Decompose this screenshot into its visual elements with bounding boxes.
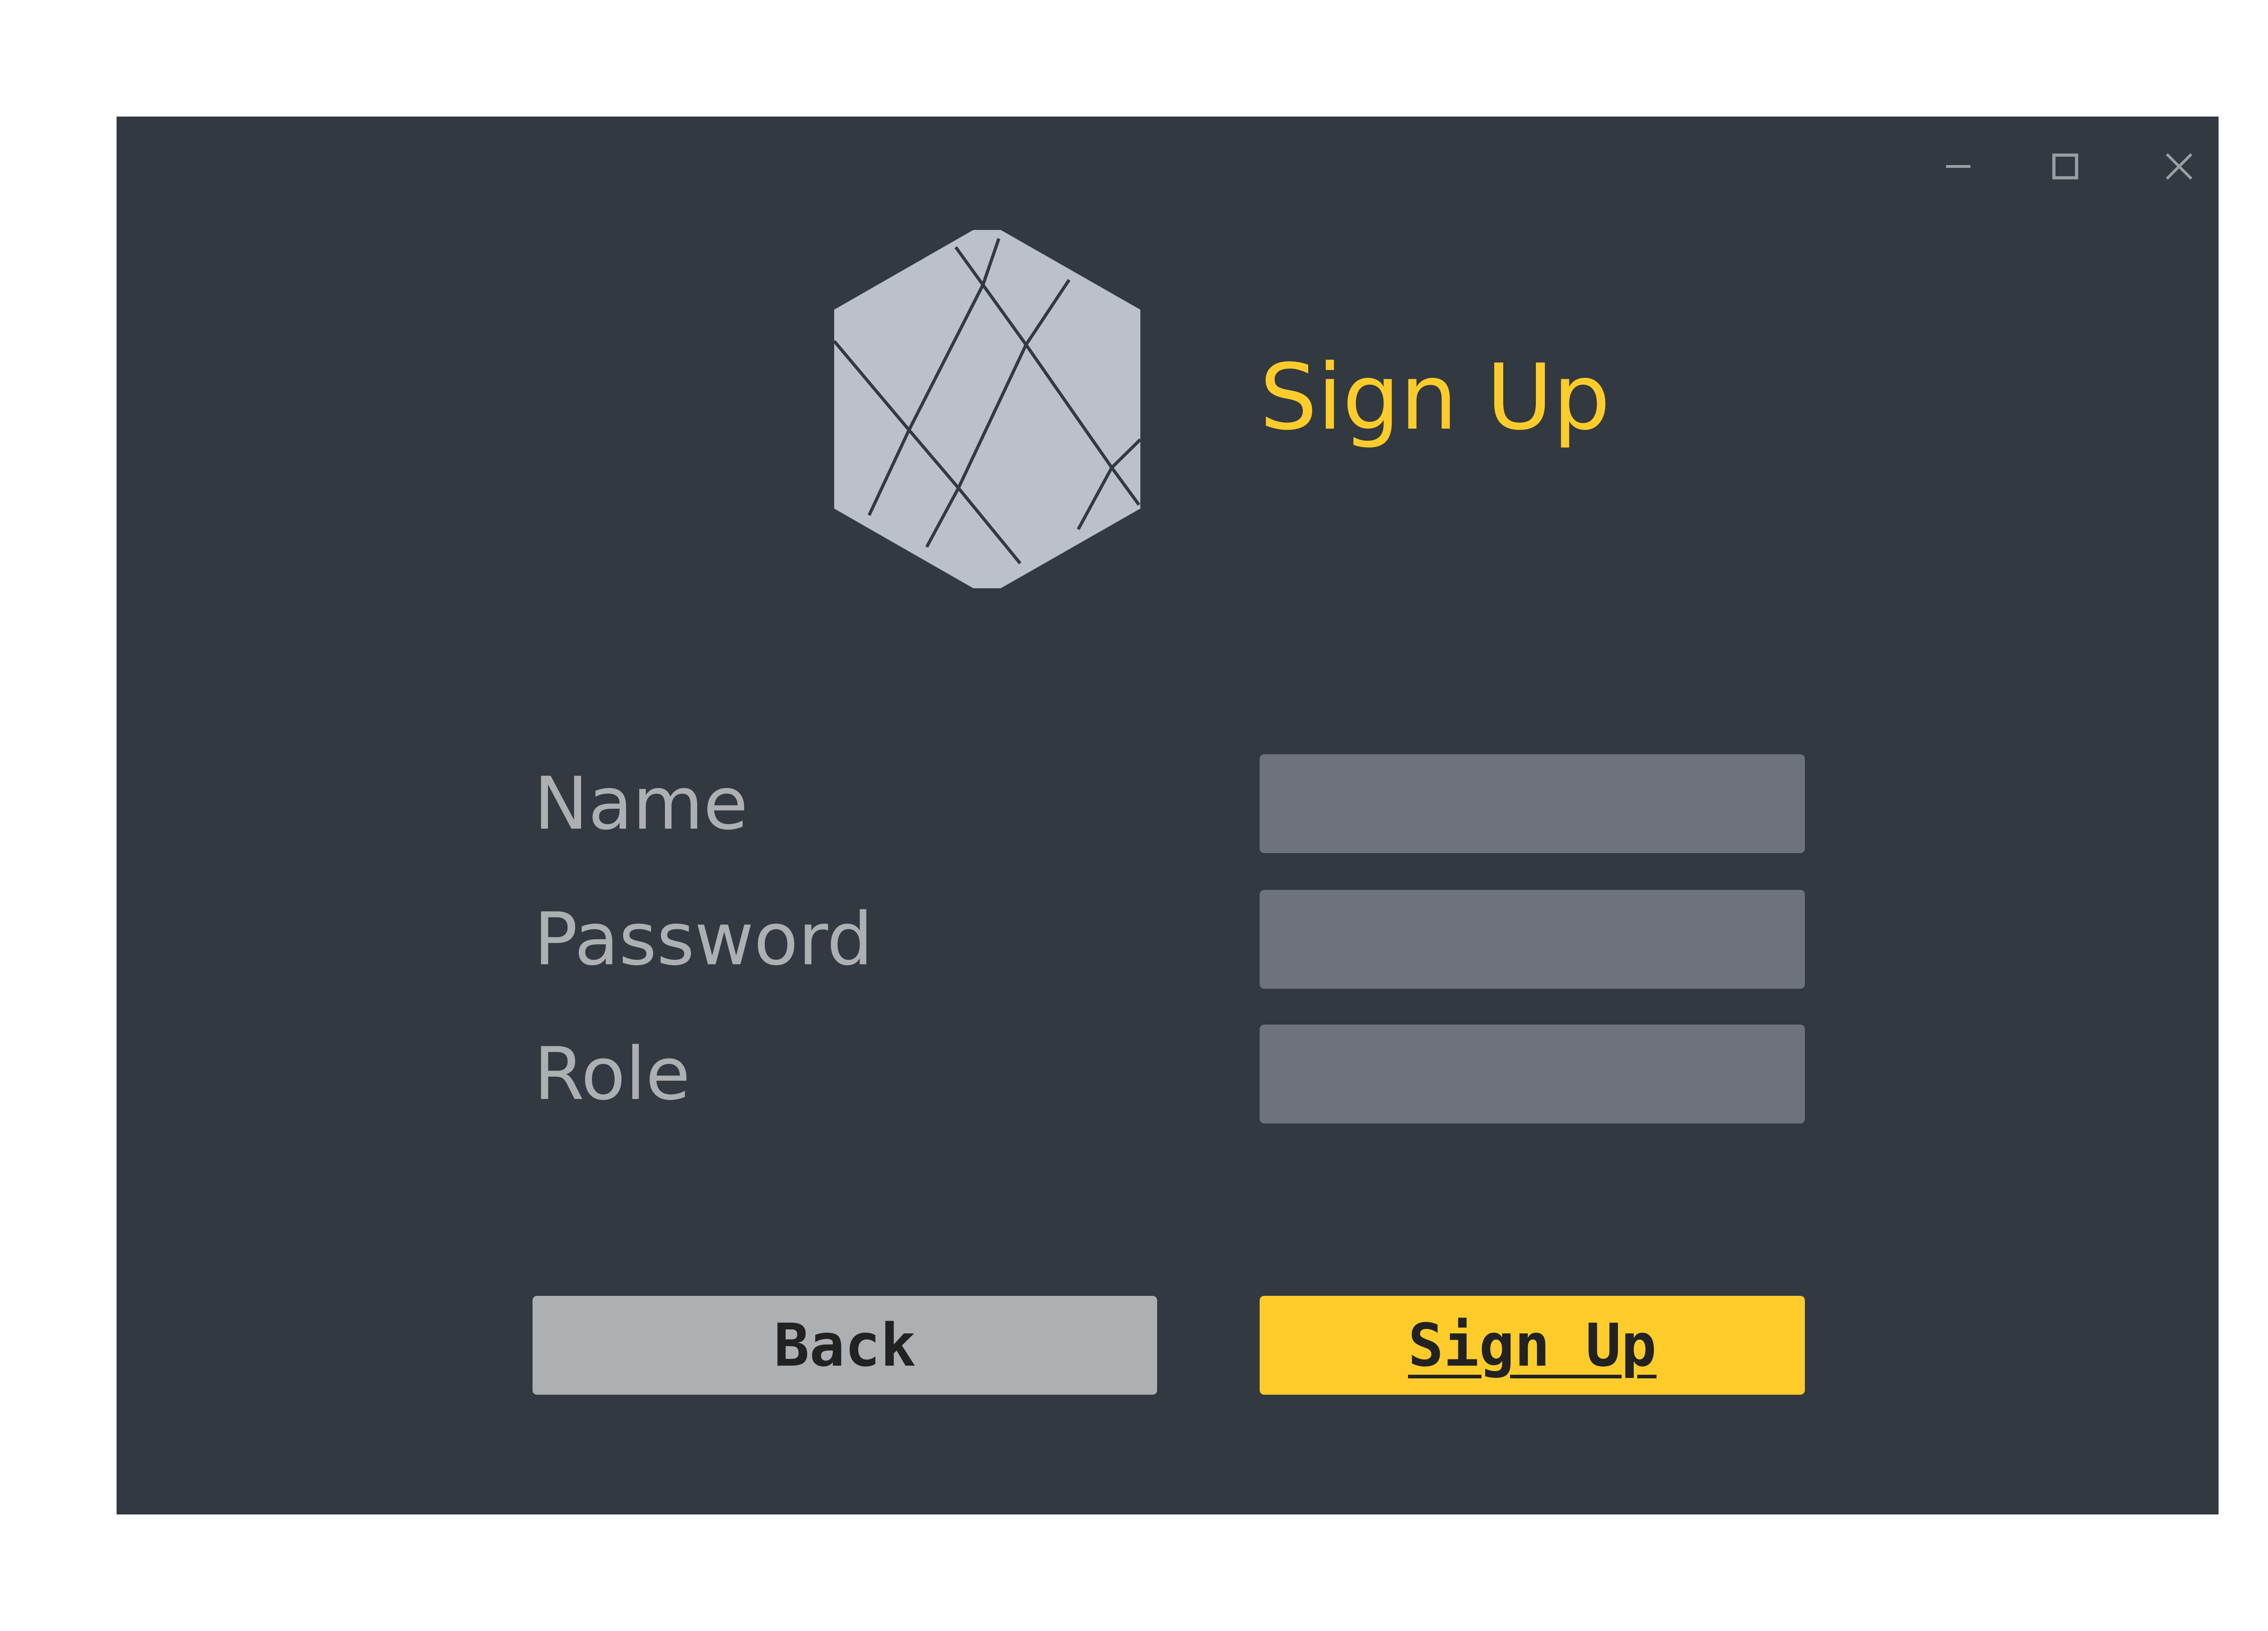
sign-up-button[interactable]: Sign Up xyxy=(1260,1296,1805,1395)
maximize-button[interactable] xyxy=(2038,139,2092,194)
signup-window: Sign Up Name Password Role Back Sign Up xyxy=(117,117,2219,1514)
page-title: Sign Up xyxy=(1260,345,1611,450)
back-button[interactable]: Back xyxy=(533,1296,1157,1395)
close-button[interactable] xyxy=(2152,139,2206,194)
maximize-icon xyxy=(2052,153,2078,180)
name-label: Name xyxy=(534,761,748,846)
role-input[interactable] xyxy=(1260,1025,1805,1123)
minimize-button[interactable] xyxy=(1931,139,1985,194)
password-label: Password xyxy=(534,897,873,982)
close-icon xyxy=(2165,153,2193,180)
role-label: Role xyxy=(534,1031,690,1116)
password-input[interactable] xyxy=(1260,890,1805,989)
hexagon-logo-icon xyxy=(834,230,1140,588)
minimize-icon xyxy=(1946,165,1970,168)
name-input[interactable] xyxy=(1260,754,1805,853)
